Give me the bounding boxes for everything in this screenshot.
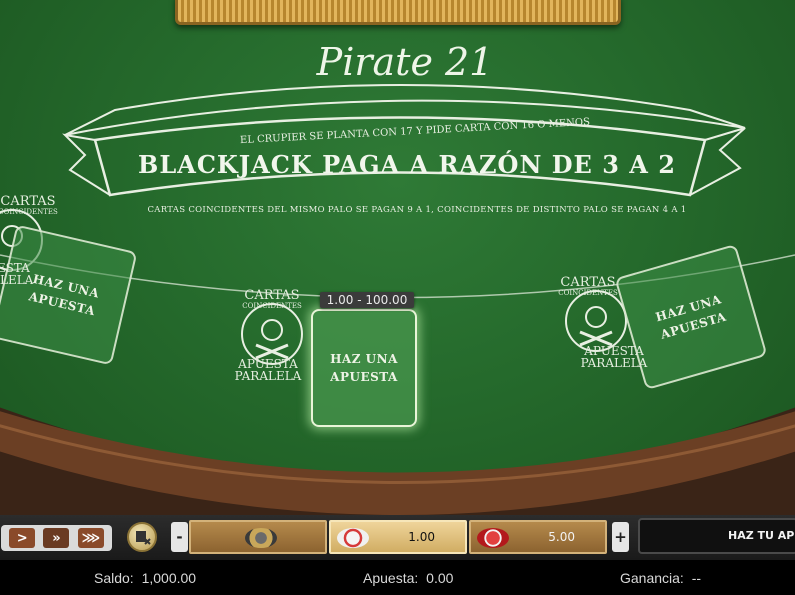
side-bet-left-top-line1: CARTAS [0,194,56,209]
speed-fast-button[interactable]: » [43,528,70,548]
balance-status: Saldo: 1,000.00 [94,570,196,586]
blackjack-table: Pirate 21 EL CRUPIER SE PLANTA CON 17 Y … [0,0,795,515]
game-title: Pirate 21 [316,40,494,84]
win-label: Ganancia: [620,570,684,586]
side-bet-center-top-line1: CARTAS [244,288,300,303]
side-bet-center-bottom-line2: PARALELA [234,369,302,383]
side-bet-left-top-line2: COINCIDENTES [0,208,58,216]
side-bet-left-top: CARTAS COINCIDENTES [0,194,64,217]
side-bet-left-bottom-line2: PARALELA [0,273,34,287]
chip-value-1: 1.00 [408,530,435,544]
clear-icon [136,531,151,545]
chip-icon-clear [245,528,277,548]
place-bet-button[interactable]: HAZ TU APUESTA [638,518,795,554]
clear-bets-button[interactable] [127,522,157,552]
bet-limits-tooltip: 1.00 - 100.00 [320,292,414,308]
bet-value: 0.00 [426,570,454,586]
side-bet-circle-center[interactable] [241,303,303,365]
side-bet-center-top: CARTAS COINCIDENTES [236,288,308,311]
chip-slot-3[interactable]: 5.00 [469,520,607,554]
chip-scroll-left-button[interactable]: - [171,522,188,552]
chip-value-5: 5.00 [548,530,575,544]
side-bet-center-bottom: APUESTA PARALELA [228,358,308,382]
speed-fastest-button[interactable]: ⋙ [77,528,104,548]
win-value: -- [691,570,702,586]
win-status: Ganancia: -- [620,570,701,586]
side-bet-right-top-line2: COINCIDENTES [558,289,618,297]
balance-label: Saldo: [94,570,134,586]
chip-icon-1 [337,528,369,548]
balance-value: 1,000.00 [141,570,197,586]
chip-icon-5 [477,528,509,548]
banner-bottom-text: CARTAS COINCIDENTES DEL MISMO PALO SE PA… [147,205,687,215]
side-bet-right-bottom: APUESTA PARALELA [574,345,654,369]
side-bet-left-bottom: APUESTA PARALELA [0,262,40,286]
side-bet-right-bottom-line2: PARALELA [580,356,648,370]
bet-spot-center[interactable]: HAZ UNA APUESTA [311,309,417,427]
game-speed-selector: > » ⋙ [1,525,112,551]
chip-scroll-right-button[interactable]: + [612,522,629,552]
bet-label: Apuesta: [363,570,419,586]
side-bet-circle-right[interactable] [565,290,627,352]
speed-normal-button[interactable]: > [9,528,36,548]
bet-spot-center-line2: APUESTA [330,370,398,384]
status-bar: Saldo: 1,000.00 Apuesta: 0.00 Ganancia: … [0,560,795,595]
banner-main-text: BLACKJACK PAGA A RAZÓN DE 3 A 2 [138,150,676,179]
side-bet-center-top-line2: COINCIDENTES [242,302,302,310]
chip-slot-2[interactable]: 1.00 [329,520,467,554]
side-bet-right-top-line1: CARTAS [560,275,616,290]
chip-slot-1[interactable] [189,520,327,554]
bet-status: Apuesta: 0.00 [363,570,453,586]
bet-spot-center-line1: HAZ UNA [330,352,398,366]
side-bet-right-top: CARTAS COINCIDENTES [548,275,628,298]
card-shoe [175,0,621,25]
